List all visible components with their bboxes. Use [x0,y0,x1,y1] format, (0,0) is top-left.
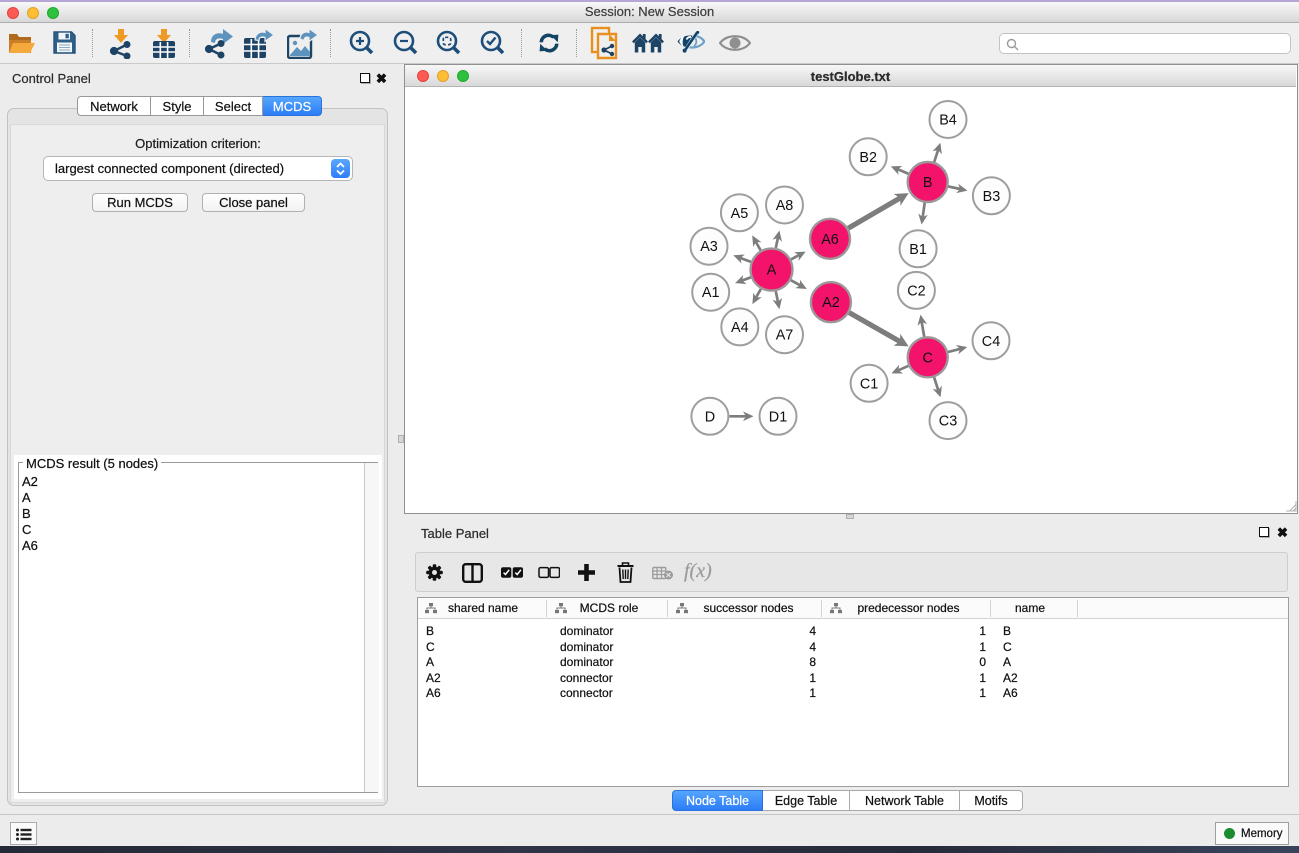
svg-text:C: C [922,350,932,366]
svg-text:A6: A6 [821,232,839,248]
svg-text:A3: A3 [700,239,718,255]
svg-text:C3: C3 [939,414,957,430]
svg-text:A1: A1 [702,285,720,301]
svg-text:B2: B2 [859,150,877,166]
svg-text:B1: B1 [909,242,927,258]
svg-text:A7: A7 [776,328,794,344]
svg-text:A5: A5 [731,206,749,222]
svg-text:C4: C4 [982,334,1000,350]
svg-text:D1: D1 [769,409,787,425]
svg-text:B: B [923,175,933,191]
svg-text:A4: A4 [731,320,749,336]
svg-text:D: D [705,409,715,425]
svg-text:B3: B3 [983,189,1001,205]
svg-text:A: A [767,263,777,279]
svg-text:C1: C1 [860,376,878,392]
svg-text:A2: A2 [822,295,840,311]
svg-text:C2: C2 [907,283,925,299]
svg-text:A8: A8 [776,198,794,214]
svg-text:B4: B4 [939,113,957,129]
